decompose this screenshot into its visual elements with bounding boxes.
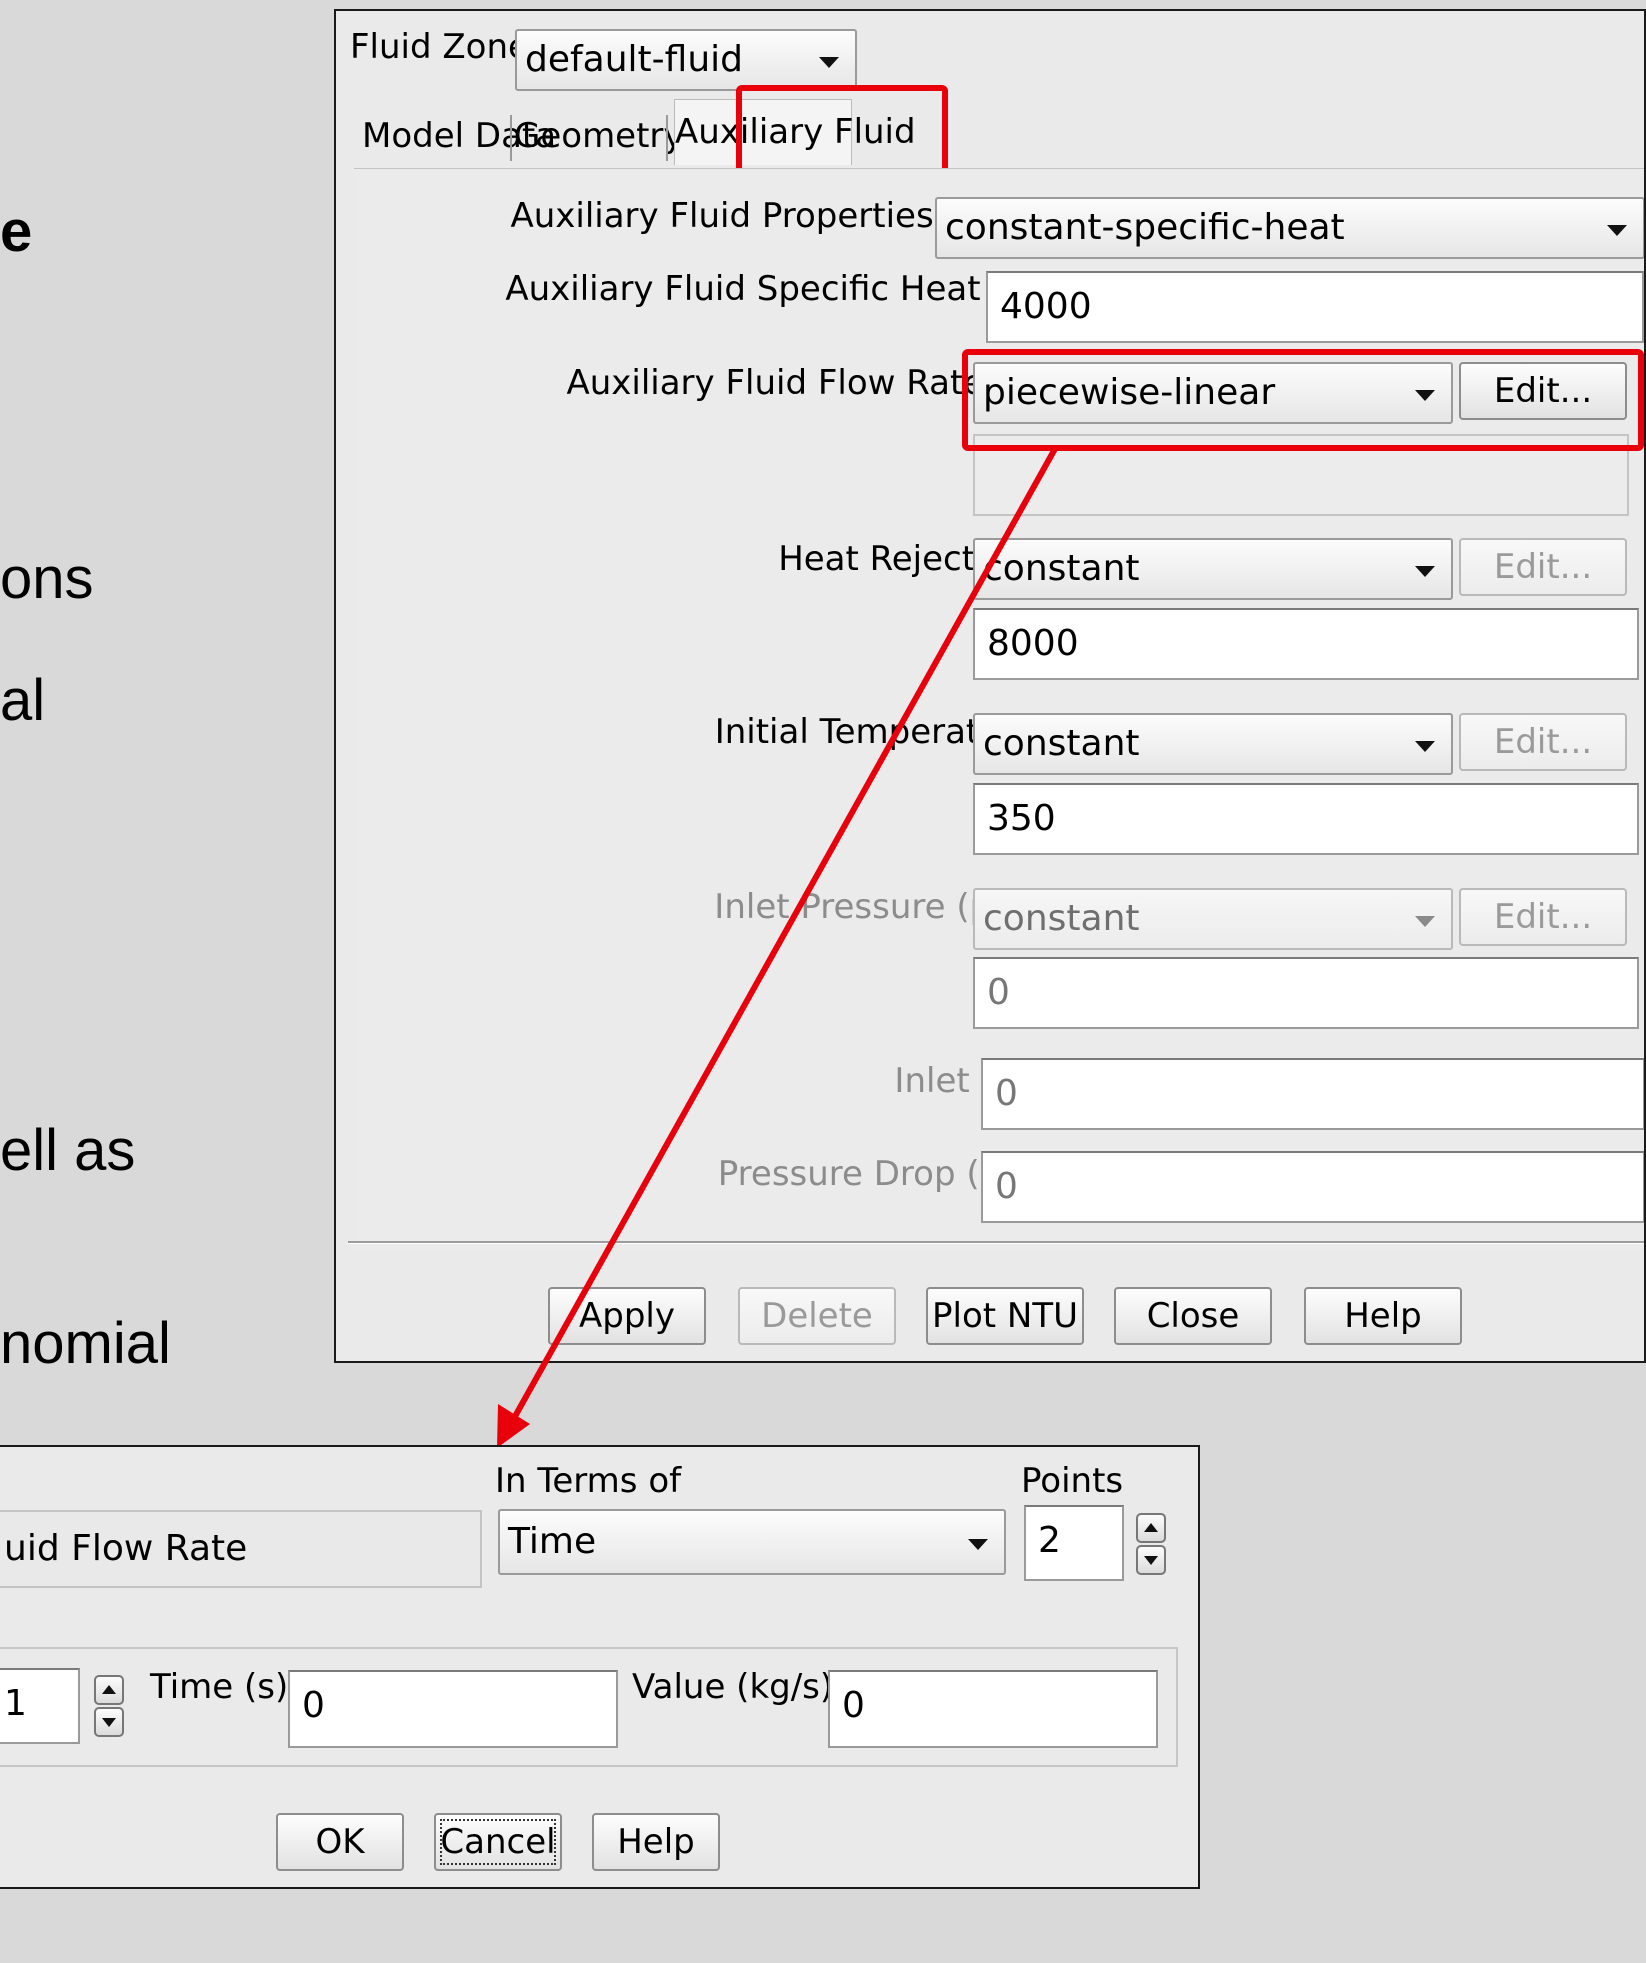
spin-down-icon[interactable]	[94, 1707, 124, 1737]
value-input[interactable]: 0	[828, 1670, 1158, 1748]
in-terms-of-dropdown[interactable]: Time	[498, 1509, 1006, 1575]
value-label: Value (kg/s)	[632, 1667, 834, 1707]
arrow-line	[510, 445, 1059, 1422]
help-button[interactable]: Help	[592, 1813, 720, 1871]
chevron-down-icon	[968, 1539, 988, 1550]
property-name-field: uid Flow Rate	[0, 1510, 482, 1588]
points-input[interactable]: 2	[1024, 1505, 1124, 1581]
cancel-button[interactable]: Cancel	[434, 1813, 562, 1871]
time-label: Time (s)	[150, 1667, 289, 1707]
spin-up-icon[interactable]	[94, 1675, 124, 1705]
in-terms-of-value: Time	[508, 1521, 597, 1562]
piecewise-linear-profile-dialog: uid Flow Rate In Terms of Time Points 2 …	[0, 1445, 1200, 1889]
arrow-head	[497, 1404, 530, 1448]
in-terms-of-label: In Terms of	[495, 1461, 682, 1501]
point-index-input[interactable]: 1	[0, 1668, 80, 1744]
spin-up-icon[interactable]	[1136, 1513, 1166, 1543]
points-label: Points	[1021, 1461, 1124, 1501]
point-index-spinner[interactable]	[94, 1675, 126, 1739]
time-input[interactable]: 0	[288, 1670, 618, 1748]
spin-down-icon[interactable]	[1136, 1545, 1166, 1575]
points-spinner[interactable]	[1136, 1513, 1168, 1577]
ok-button[interactable]: OK	[276, 1813, 404, 1871]
